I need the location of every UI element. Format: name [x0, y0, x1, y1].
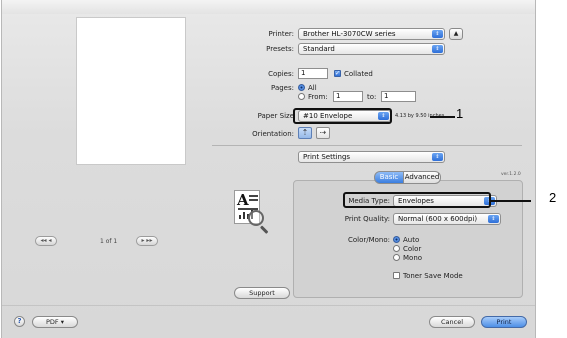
copies-label: Copies:	[268, 70, 294, 78]
color-auto-radio[interactable]	[393, 236, 400, 243]
preview-page	[76, 17, 186, 165]
title-bar	[2, 0, 535, 14]
divider	[212, 145, 522, 146]
print-button[interactable]: Print	[481, 316, 527, 328]
bottom-divider	[2, 305, 535, 306]
pages-from-field[interactable]: 1	[333, 91, 363, 102]
magnifier-lens	[248, 210, 264, 226]
pages-all-label: All	[308, 84, 317, 92]
toner-save-checkbox[interactable]	[393, 272, 400, 279]
paper-size-label: Paper Size	[257, 112, 294, 120]
previous-page-button[interactable]: ◂◂ ◂	[35, 236, 57, 246]
copies-field[interactable]: 1	[298, 68, 328, 79]
magnifier-handle	[259, 225, 269, 234]
toner-save-label: Toner Save Mode	[403, 272, 463, 280]
pages-to-field[interactable]: 1	[381, 91, 416, 102]
pages-from-radio[interactable]	[298, 93, 305, 100]
callout-line-1	[430, 116, 455, 118]
print-settings-popup[interactable]: Print Settings ⇕	[298, 151, 445, 163]
portrait-icon[interactable]: ⇡	[298, 127, 312, 139]
print-dialog: ◂◂ ◂ 1 of 1 ▸ ▸▸ Printer: Brother HL-307…	[1, 0, 536, 338]
presets-popup[interactable]: Standard ⇕	[298, 43, 445, 55]
print-quality-value: Normal (600 x 600dpi)	[398, 215, 478, 223]
pdf-button[interactable]: PDF ▾	[32, 316, 78, 328]
presets-label: Presets:	[266, 45, 294, 53]
color-color-label: Color	[403, 245, 422, 253]
collated-label: Collated	[344, 70, 373, 78]
callout-number-1: 1	[456, 106, 464, 121]
support-button[interactable]: Support	[234, 287, 290, 299]
print-quality-label: Print Quality:	[344, 215, 390, 223]
paper-size-highlight	[293, 108, 392, 124]
collated-checkbox[interactable]: ✓	[334, 70, 341, 77]
popup-arrows-icon: ⇕	[432, 153, 443, 161]
popup-arrows-icon: ⇕	[432, 30, 443, 38]
callout-line-2	[491, 200, 531, 202]
orientation-label: Orientation:	[252, 130, 294, 138]
print-quality-popup[interactable]: Normal (600 x 600dpi) ⇕	[393, 213, 501, 225]
color-mono-label: Color/Mono:	[347, 236, 390, 244]
page-counter: 1 of 1	[100, 238, 118, 245]
pages-all-radio[interactable]	[298, 84, 305, 91]
tab-advanced[interactable]: Advanced	[403, 171, 441, 184]
version-label: ver.1.2.0	[501, 172, 521, 177]
popup-arrows-icon: ⇕	[432, 45, 443, 53]
print-settings-value: Print Settings	[303, 153, 351, 161]
color-mono-option-label: Mono	[403, 254, 423, 262]
disclosure-icon[interactable]: ▲	[449, 28, 463, 40]
landscape-icon[interactable]: ⇢	[316, 127, 330, 139]
pages-to-label: to:	[367, 93, 377, 101]
pages-label: Pages:	[271, 84, 294, 92]
color-mono-radio[interactable]	[393, 254, 400, 261]
pages-from-label: From:	[308, 93, 328, 101]
printer-value: Brother HL-3070CW series	[303, 30, 396, 38]
help-icon[interactable]: ?	[14, 316, 25, 327]
printer-label: Printer:	[268, 30, 294, 38]
presets-value: Standard	[303, 45, 335, 53]
color-auto-label: Auto	[403, 236, 420, 244]
tab-basic[interactable]: Basic	[374, 171, 404, 184]
cancel-button[interactable]: Cancel	[429, 316, 475, 328]
color-color-radio[interactable]	[393, 245, 400, 252]
next-page-button[interactable]: ▸ ▸▸	[136, 236, 158, 246]
printer-popup[interactable]: Brother HL-3070CW series ⇕	[298, 28, 445, 40]
media-type-highlight	[343, 192, 491, 208]
popup-arrows-icon: ⇕	[488, 215, 499, 223]
callout-number-2: 2	[549, 190, 557, 205]
